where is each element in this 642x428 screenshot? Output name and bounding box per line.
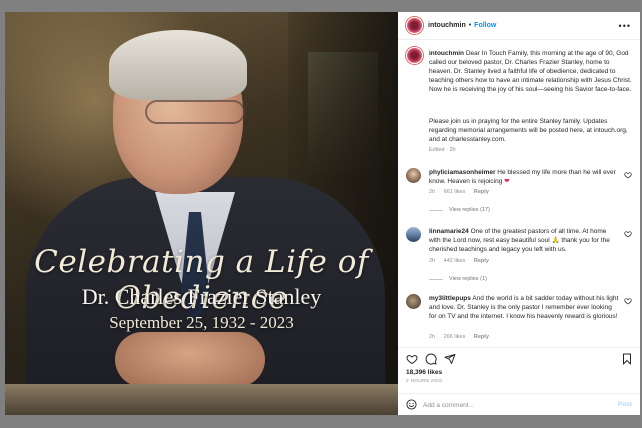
comment-text: phyliciamasonheimer He blessed my life m… [429, 168, 619, 186]
caption-text: intouchmin Dear In Touch Family, this mo… [429, 49, 633, 94]
reply-button[interactable]: Reply [474, 258, 489, 264]
comment-heart-icon[interactable] [624, 171, 632, 179]
image-name: Dr. Charles Frazier Stanley [81, 284, 322, 309]
comment-likes[interactable]: 442 likes [444, 258, 466, 264]
image-glasses [145, 100, 245, 124]
screen: Celebrating a Life of Obedience Dr. Char… [0, 0, 642, 428]
caption-meta: Edited · 2h [429, 147, 456, 153]
more-icon[interactable]: ••• [619, 21, 631, 31]
image-book [5, 384, 398, 415]
post-header: intouchmin • Follow ••• [398, 12, 640, 40]
comment-icon[interactable] [425, 353, 437, 365]
smiley-icon[interactable] [406, 399, 417, 410]
view-replies-button[interactable]: View replies (1) [429, 276, 487, 282]
view-replies-label: View replies (17) [449, 207, 490, 213]
comment-meta: 2h 266 likes Reply [429, 334, 496, 340]
commenter-avatar[interactable] [406, 294, 421, 309]
comment-meta: 2h 661 likes Reply [429, 189, 496, 195]
view-replies-line [429, 209, 443, 211]
caption-paragraph-2: Please join us in praying for the entire… [429, 118, 628, 143]
comment-meta: 2h 442 likes Reply [429, 258, 496, 264]
post-comment-button[interactable]: Post [618, 401, 632, 408]
share-icon[interactable] [444, 353, 456, 365]
comment-text: linnamarie24 One of the greatest pastors… [429, 227, 619, 254]
view-replies-line [429, 278, 443, 280]
image-dates: September 25, 1932 - 2023 [109, 313, 294, 332]
caption-username[interactable]: intouchmin [429, 50, 464, 57]
view-replies-button[interactable]: View replies (17) [429, 207, 490, 213]
red-heart-emoji: ❤ [504, 178, 510, 185]
comment-time: 2h [429, 189, 436, 195]
comment-likes[interactable]: 266 likes [444, 334, 466, 340]
comment-input[interactable] [423, 399, 603, 411]
reply-button[interactable]: Reply [474, 334, 489, 340]
comment-text: my3littlepups And the world is a bit sad… [429, 294, 619, 321]
likes-count[interactable]: 18,396 likes [406, 369, 442, 376]
comment-time: 2h [429, 334, 436, 340]
comments-scroll-area[interactable]: intouchmin Dear In Touch Family, this mo… [398, 41, 640, 347]
follow-button[interactable]: Follow [474, 22, 496, 29]
heart-icon[interactable] [406, 353, 418, 365]
post-side-panel: intouchmin • Follow ••• intouchmin Dear … [398, 12, 640, 415]
commenter-username[interactable]: my3littlepups [429, 295, 471, 302]
author-avatar[interactable] [406, 17, 423, 34]
image-hands [115, 332, 265, 387]
comment-heart-icon[interactable] [624, 297, 632, 305]
commenter-username[interactable]: phyliciamasonheimer [429, 169, 495, 176]
bookmark-icon[interactable] [621, 353, 633, 365]
commenter-avatar[interactable] [406, 168, 421, 183]
header-separator: • [468, 22, 472, 29]
commenter-username[interactable]: linnamarie24 [429, 228, 469, 235]
post-image[interactable]: Celebrating a Life of Obedience Dr. Char… [5, 12, 398, 415]
comment-time: 2h [429, 258, 436, 264]
comment-likes[interactable]: 661 likes [444, 189, 466, 195]
add-comment-bar: Post [398, 393, 640, 415]
image-hair [109, 30, 247, 100]
commenter-avatar[interactable] [406, 227, 421, 242]
comment-heart-icon[interactable] [624, 230, 632, 238]
caption-avatar[interactable] [406, 47, 423, 64]
action-bar [398, 347, 640, 367]
view-replies-label: View replies (1) [449, 276, 487, 282]
post-time-ago: 2 HOURS AGO [406, 379, 443, 384]
reply-button[interactable]: Reply [474, 189, 489, 195]
author-username[interactable]: intouchmin [428, 22, 466, 29]
